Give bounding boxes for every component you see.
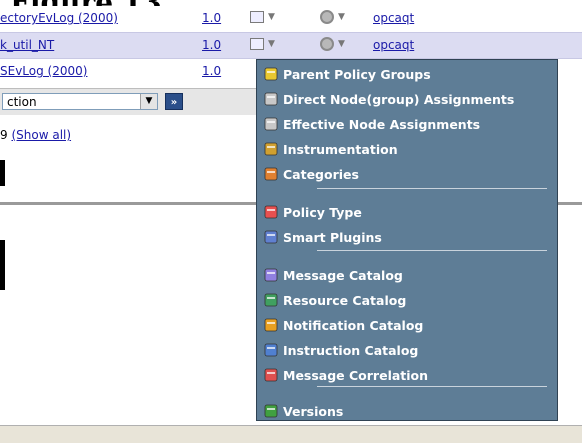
row-menu-dropdown[interactable]: ▼ (250, 9, 275, 23)
menu-item-label: Categories (283, 167, 359, 182)
menu-item-label: Smart Plugins (283, 230, 382, 245)
resource-icon (263, 292, 279, 308)
count-prefix: 9 (0, 128, 8, 142)
menu-item-label: Direct Node(group) Assignments (283, 92, 515, 107)
menu-item-smart-plugins[interactable]: Smart Plugins (257, 227, 557, 249)
menu-item-parent-policy-groups[interactable]: Parent Policy Groups (257, 64, 557, 86)
table-row: k_util_NT 1.0 ▼ ▼ opcaqt (0, 32, 582, 59)
version-link[interactable]: 1.0 (202, 64, 221, 78)
menu-item-label: Message Catalog (283, 268, 403, 283)
item-count: 9 (Show all) (0, 128, 71, 142)
plugin-icon (263, 229, 279, 245)
book-icon (263, 267, 279, 283)
menu-item-direct-node-group-assignments[interactable]: Direct Node(group) Assignments (257, 89, 557, 111)
gear-icon (320, 9, 334, 24)
gear-icon (320, 36, 334, 51)
chevron-down-icon[interactable]: ▼ (140, 94, 157, 109)
menu-item-label: Parent Policy Groups (283, 67, 431, 82)
menu-item-notification-catalog[interactable]: Notification Catalog (257, 315, 557, 337)
node-icon (263, 91, 279, 107)
menu-item-instrumentation[interactable]: Instrumentation (257, 139, 557, 161)
policy-name-link[interactable]: k_util_NT (0, 38, 54, 52)
menu-item-resource-catalog[interactable]: Resource Catalog (257, 290, 557, 312)
correlation-icon (263, 367, 279, 383)
status-bar (0, 425, 582, 443)
menu-item-versions[interactable]: Versions (257, 401, 557, 423)
context-menu: Parent Policy Groups Direct Node(group) A… (256, 59, 558, 421)
menu-item-message-catalog[interactable]: Message Catalog (257, 265, 557, 287)
menu-item-label: Versions (283, 404, 344, 419)
menu-item-label: Policy Type (283, 205, 362, 220)
action-bar: ction ▼ » (0, 88, 256, 115)
action-select-value: ction (7, 95, 37, 109)
menu-item-label: Message Correlation (283, 368, 429, 383)
menu-item-label: Instruction Catalog (283, 343, 419, 358)
menu-item-categories[interactable]: Categories (257, 164, 557, 186)
table-row: ectoryEvLog (2000) 1.0 ▼ ▼ opcaqt (0, 6, 582, 31)
instruction-icon (263, 342, 279, 358)
dropdown-arrow-icon: ▼ (338, 38, 345, 49)
notify-icon (263, 317, 279, 333)
menu-item-label: Resource Catalog (283, 293, 407, 308)
node-icon (263, 116, 279, 132)
tool-icon (263, 141, 279, 157)
go-button[interactable]: » (165, 93, 183, 110)
dropdown-arrow-icon: ▼ (268, 38, 275, 49)
folder-icon (263, 66, 279, 82)
row-menu-dropdown[interactable]: ▼ (250, 36, 275, 50)
policy-name-link[interactable]: ectoryEvLog (2000) (0, 11, 118, 25)
menu-item-label: Notification Catalog (283, 318, 424, 333)
action-select[interactable]: ction ▼ (2, 93, 158, 110)
owner-link[interactable]: opcaqt (373, 38, 414, 52)
menu-item-instruction-catalog[interactable]: Instruction Catalog (257, 340, 557, 362)
versions-icon (263, 403, 279, 419)
dropdown-arrow-icon: ▼ (268, 11, 275, 22)
menu-item-policy-type[interactable]: Policy Type (257, 202, 557, 224)
menu-item-label: Effective Node Assignments (283, 117, 481, 132)
version-link[interactable]: 1.0 (202, 11, 221, 25)
policy-name-link[interactable]: SEvLog (2000) (0, 64, 87, 78)
category-icon (263, 166, 279, 182)
version-link[interactable]: 1.0 (202, 38, 221, 52)
menu-item-message-correlation[interactable]: Message Correlation (257, 365, 557, 387)
menu-separator (317, 188, 547, 189)
menu-item-effective-node-assignments[interactable]: Effective Node Assignments (257, 114, 557, 136)
margin-marker (0, 240, 5, 290)
policy-icon (263, 204, 279, 220)
menu-icon (250, 10, 264, 23)
menu-icon (250, 37, 264, 50)
row-actions-dropdown[interactable]: ▼ (320, 36, 345, 51)
menu-item-label: Instrumentation (283, 142, 398, 157)
row-actions-dropdown[interactable]: ▼ (320, 9, 345, 24)
show-all-link[interactable]: (Show all) (11, 128, 71, 142)
menu-separator (317, 250, 547, 251)
margin-marker (0, 160, 5, 186)
owner-link[interactable]: opcaqt (373, 11, 414, 25)
dropdown-arrow-icon: ▼ (338, 11, 345, 22)
